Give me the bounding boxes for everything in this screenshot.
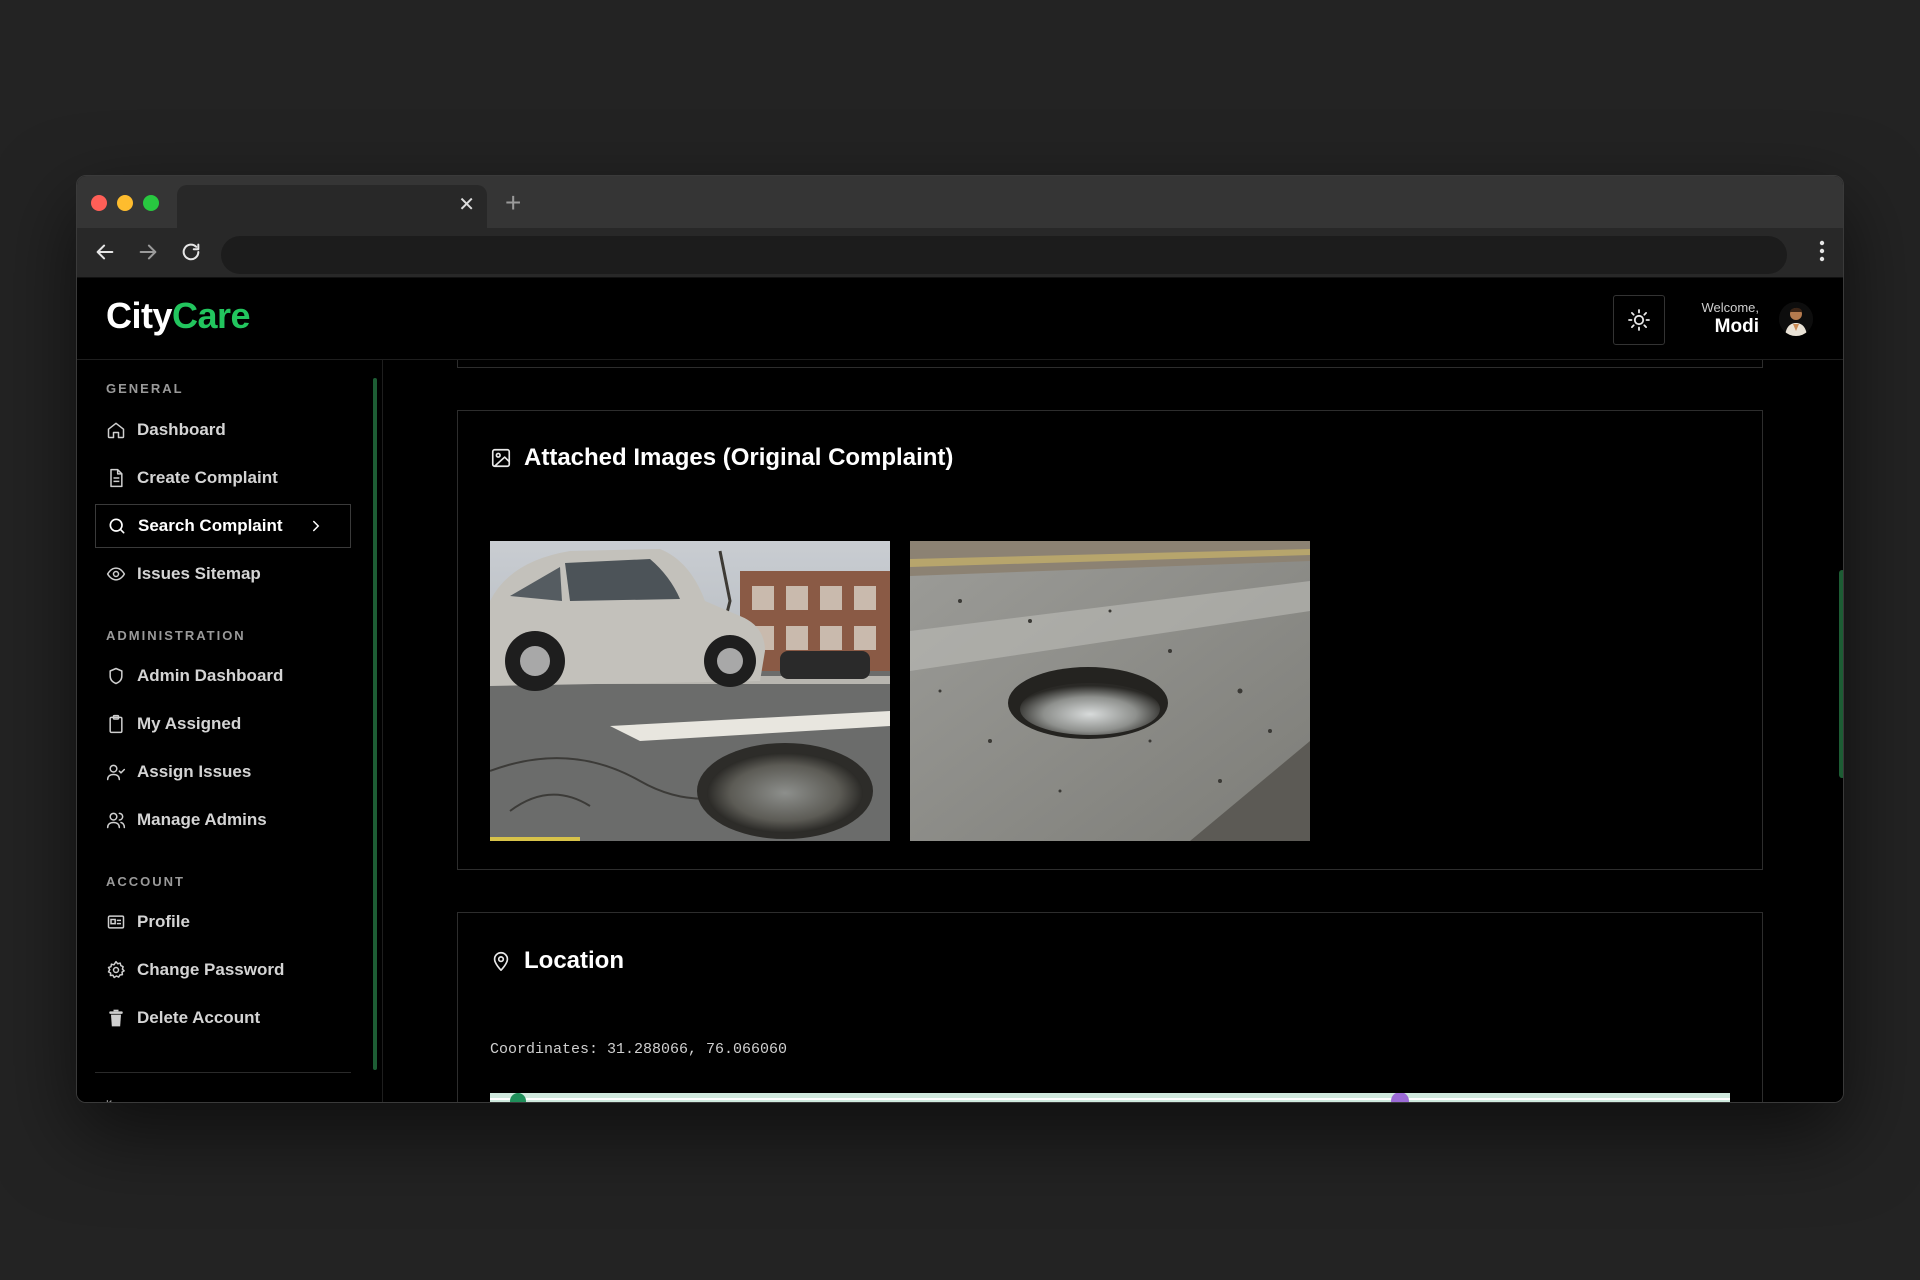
attached-image-2[interactable]: [910, 541, 1310, 841]
trash-icon: [109, 1009, 123, 1027]
minimize-window-button[interactable]: [117, 195, 133, 211]
sidebar-item-admin-dashboard[interactable]: Admin Dashboard: [95, 654, 351, 698]
main-scrollbar-thumb[interactable]: [1839, 570, 1843, 778]
sidebar-divider: [95, 1072, 351, 1073]
browser-tab-bar: ✕ +: [77, 176, 1843, 228]
previous-card-edge: [457, 360, 1763, 368]
sidebar-scrollbar-thumb[interactable]: [373, 378, 377, 1070]
reload-icon[interactable]: [177, 238, 205, 266]
browser-tab[interactable]: ✕: [177, 185, 487, 228]
avatar[interactable]: [1779, 302, 1813, 336]
file-icon: [110, 468, 123, 488]
location-card: Location Coordinates: 31.288066, 76.0660…: [457, 912, 1763, 1102]
home-icon: [107, 422, 125, 439]
sidebar-item-change-password[interactable]: Change Password: [95, 948, 351, 992]
citycare-logo[interactable]: CityCare: [106, 295, 251, 337]
user-check-icon: [106, 764, 126, 781]
eye-icon: [106, 567, 126, 581]
main-content: Attached Images (Original Complaint) Loc…: [383, 360, 1843, 1102]
map-pin-icon: [493, 951, 509, 971]
citycare-app: CityCare Welcome, Modi GENERAL Dashboard: [77, 278, 1843, 1102]
section-label-general: GENERAL: [106, 381, 184, 396]
sidebar: GENERAL Dashboard Create Complaint Searc…: [77, 360, 383, 1102]
sidebar-item-issues-sitemap[interactable]: Issues Sitemap: [95, 552, 351, 596]
forward-icon[interactable]: [134, 238, 162, 266]
sidebar-item-my-assigned[interactable]: My Assigned: [95, 702, 351, 746]
sidebar-item-manage-admins[interactable]: Manage Admins: [95, 798, 351, 842]
sidebar-item-dashboard[interactable]: Dashboard: [95, 408, 351, 452]
browser-toolbar: [77, 228, 1843, 278]
location-map[interactable]: [490, 1092, 1730, 1102]
close-tab-icon[interactable]: ✕: [458, 195, 475, 215]
attached-images-title: Attached Images (Original Complaint): [490, 444, 953, 472]
sidebar-item-search-complaint[interactable]: Search Complaint: [95, 504, 351, 548]
gear-icon: [107, 960, 125, 979]
window-controls: [91, 195, 159, 211]
image-icon: [491, 448, 511, 468]
theme-toggle-button[interactable]: [1613, 295, 1665, 345]
sidebar-item-profile[interactable]: Profile: [95, 900, 351, 944]
search-icon: [109, 518, 125, 534]
welcome-block: Welcome, Modi: [1701, 300, 1759, 338]
sidebar-item-delete-account[interactable]: Delete Account: [95, 996, 351, 1040]
browser-window: ✕ + CityCare Welcome, Modi GENERAL Dashb…: [76, 175, 1844, 1103]
app-header: CityCare Welcome, Modi: [77, 278, 1843, 360]
back-icon[interactable]: [91, 238, 119, 266]
coordinates-text: Coordinates: 31.288066, 76.066060: [490, 1041, 788, 1058]
attached-image-1[interactable]: [490, 541, 890, 841]
sidebar-item-assign-issues[interactable]: Assign Issues: [95, 750, 351, 794]
address-bar[interactable]: [221, 236, 1787, 274]
sidebar-item-create-complaint[interactable]: Create Complaint: [95, 456, 351, 500]
close-window-button[interactable]: [91, 195, 107, 211]
chevron-right-icon: [313, 520, 320, 532]
location-title: Location: [490, 947, 624, 975]
section-label-administration: ADMINISTRATION: [106, 628, 246, 643]
section-label-account: ACCOUNT: [106, 874, 185, 889]
users-icon: [106, 812, 126, 829]
new-tab-icon[interactable]: +: [505, 189, 521, 217]
sidebar-overflow-item[interactable]: ⇤ ···: [106, 1094, 138, 1102]
id-card-icon: [107, 915, 125, 929]
clipboard-icon: [109, 714, 123, 734]
user-name: Modi: [1714, 316, 1759, 337]
browser-menu-icon[interactable]: [1819, 240, 1825, 267]
sun-icon: [1628, 309, 1650, 331]
maximize-window-button[interactable]: [143, 195, 159, 211]
welcome-label: Welcome,: [1701, 300, 1759, 315]
attached-images-card: Attached Images (Original Complaint): [457, 410, 1763, 870]
shield-icon: [109, 667, 123, 685]
